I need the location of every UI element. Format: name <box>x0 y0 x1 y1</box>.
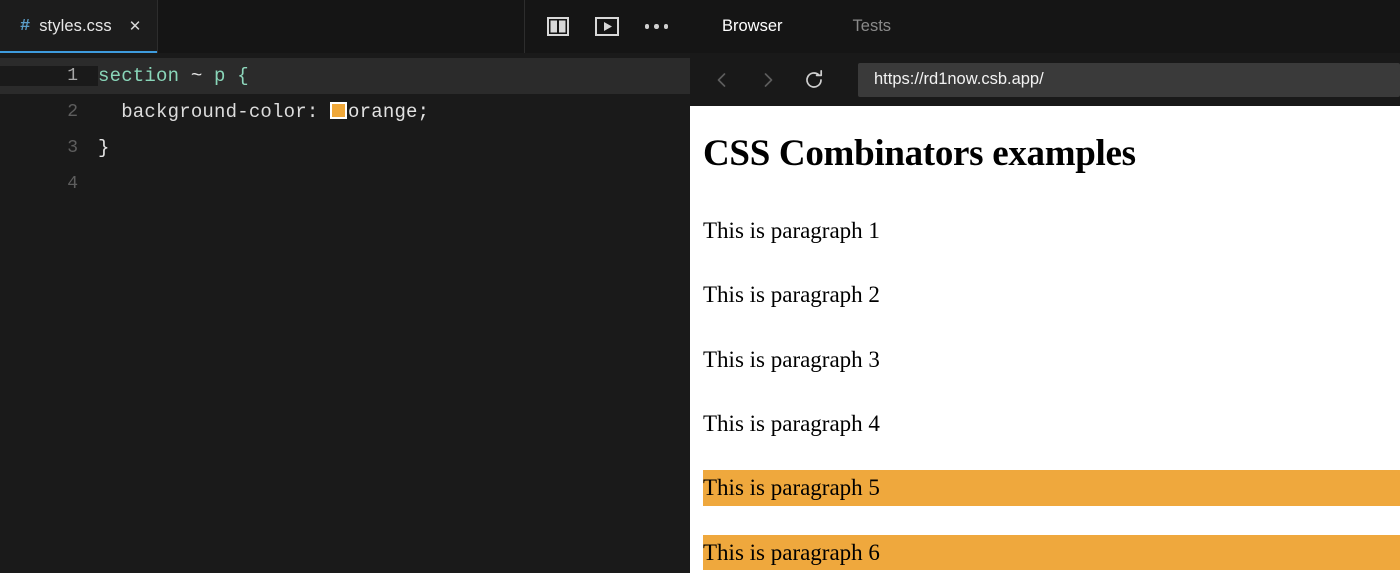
code-line-3[interactable]: 3 } <box>0 130 690 166</box>
code-editor-area[interactable]: 1 section ~ p { 2 background-color: oran… <box>0 53 690 573</box>
code-line-3-text: } <box>98 137 110 159</box>
code-line-2-text: background-color: orange; <box>98 101 429 123</box>
css-value-orange: orange; <box>348 101 430 123</box>
code-editor-pane: # styles.css ✕ 1 section ~ p {2 backgro… <box>0 0 690 573</box>
tab-tests[interactable]: Tests <box>853 17 962 36</box>
editor-action-buttons <box>523 0 691 53</box>
chevron-left-icon[interactable] <box>708 66 736 94</box>
paragraph-1: This is paragraph 1 <box>703 217 880 243</box>
css-property-background-color: background-color: <box>98 101 331 123</box>
line-number-2: 2 <box>67 102 78 122</box>
code-line-1-text: section ~ p { <box>98 65 249 87</box>
code-line-1[interactable]: 1 section ~ p { <box>0 58 690 94</box>
preview-icon[interactable] <box>594 17 619 36</box>
paragraph-3: This is paragraph 3 <box>703 346 880 372</box>
reload-icon[interactable] <box>800 66 828 94</box>
rendered-page-viewport: CSS Combinators examples This is paragra… <box>690 106 1400 573</box>
url-input[interactable]: https://rd1now.csb.app/ <box>858 62 1400 97</box>
tab-browser[interactable]: Browser <box>722 17 853 36</box>
code-line-4[interactable]: 4 <box>0 166 690 202</box>
browser-toolbar: https://rd1now.csb.app/ <box>690 53 1400 106</box>
color-swatch-icon[interactable] <box>330 102 348 119</box>
line-number-1: 1 <box>0 66 98 86</box>
paragraph-5: This is paragraph 5 <box>703 470 1400 506</box>
css-selector-p: p <box>214 65 226 87</box>
hash-icon: # <box>20 17 31 36</box>
browser-tab-bar: Browser Tests <box>690 0 1400 53</box>
editor-tab-label: styles.css <box>39 17 112 35</box>
code-line-2[interactable]: 2 background-color: orange; <box>0 94 690 130</box>
chevron-right-icon[interactable] <box>754 66 782 94</box>
paragraph-2: This is paragraph 2 <box>703 282 880 308</box>
editor-tab-bar: # styles.css ✕ <box>0 0 691 58</box>
tab-bar-spacer <box>158 0 523 53</box>
split-editor-icon[interactable] <box>546 17 569 36</box>
css-selector-section: section <box>98 65 180 87</box>
more-actions-icon[interactable] <box>644 24 668 29</box>
css-combinator-tilde: ~ <box>179 65 215 87</box>
paragraph-6: This is paragraph 6 <box>703 534 1400 571</box>
line-number-4: 4 <box>67 174 78 194</box>
close-icon[interactable]: ✕ <box>129 19 142 34</box>
editor-tab-styles-css[interactable]: # styles.css ✕ <box>0 0 159 53</box>
paragraph-4: This is paragraph 4 <box>703 411 880 436</box>
css-open-brace: { <box>225 65 249 87</box>
line-number-3: 3 <box>67 138 78 158</box>
page-title: CSS Combinators examples <box>703 133 1136 174</box>
browser-preview-pane: Browser Tests https://rd1now.csb.app/ CS… <box>690 0 1400 573</box>
ide-window: # styles.css ✕ 1 section ~ p {2 backgro… <box>0 0 1400 573</box>
